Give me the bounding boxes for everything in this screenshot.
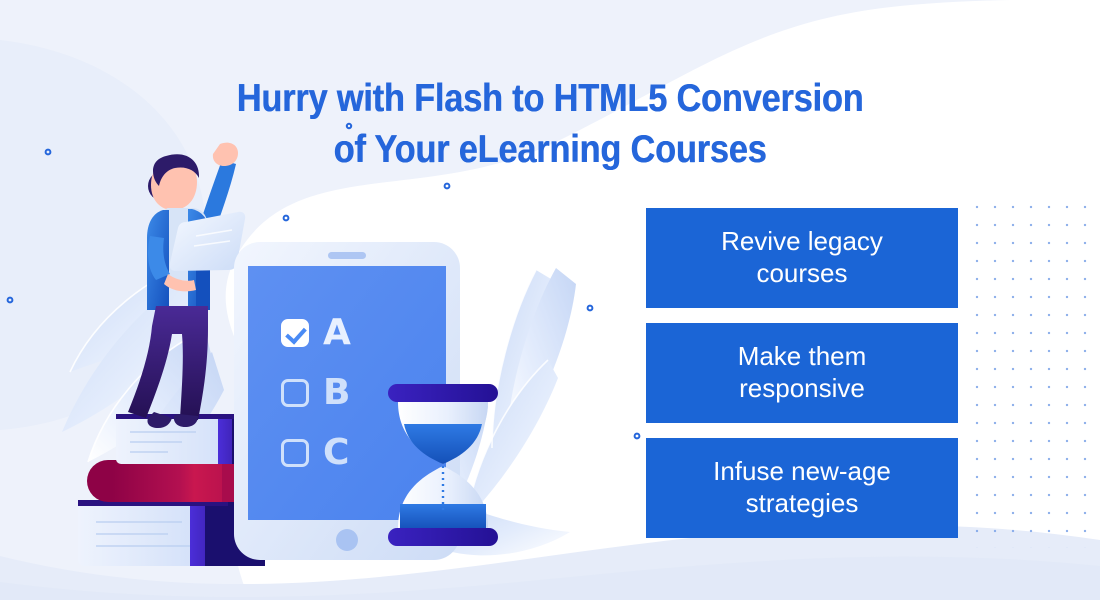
checklist-letter: B [323, 372, 351, 413]
hourglass-lower-sand [400, 504, 486, 530]
benefit-card-1[interactable]: Revive legacy courses [646, 208, 958, 308]
tablet-speaker [328, 252, 366, 259]
benefit-list: Revive legacy courses Make them responsi… [646, 208, 958, 538]
checklist-letter: A [323, 312, 351, 353]
benefit-card-2[interactable]: Make them responsive [646, 323, 958, 423]
checkbox-empty-icon[interactable] [281, 439, 309, 467]
tablet-checklist: A B C [281, 312, 391, 473]
tablet-home-button [336, 529, 358, 551]
checklist-item-a[interactable]: A [281, 312, 391, 353]
checkbox-checked-icon[interactable] [281, 319, 309, 347]
poster-canvas: A B C Hurry with Flash to HTML5 Conversi… [0, 0, 1100, 600]
hourglass-bottom-cap [388, 528, 498, 546]
checkbox-empty-icon[interactable] [281, 379, 309, 407]
checklist-item-c[interactable]: C [281, 432, 391, 473]
page-title: Hurry with Flash to HTML5 Conversion of … [236, 77, 864, 171]
dot-grid-pattern [966, 196, 1092, 548]
hourglass-top-cap [388, 384, 498, 402]
benefit-card-3[interactable]: Infuse new-age strategies [646, 438, 958, 538]
checklist-item-b[interactable]: B [281, 372, 391, 413]
checklist-letter: C [323, 432, 350, 473]
